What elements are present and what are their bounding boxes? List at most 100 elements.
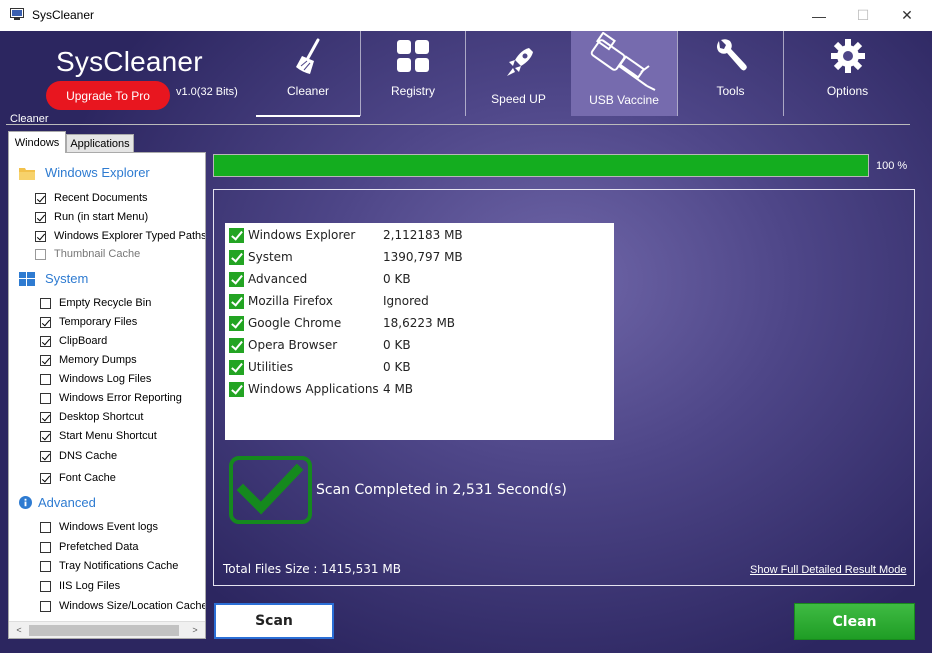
checkbox[interactable]: [40, 560, 51, 572]
checkbox-window-size-location-cache[interactable]: Windows Size/Location Cache: [40, 600, 205, 612]
rocket-icon: [506, 48, 533, 76]
nav-tools[interactable]: Tools: [677, 31, 783, 116]
checkbox-font-cache[interactable]: Font Cache: [40, 472, 116, 484]
list-item: Advanced 0 KB: [229, 269, 411, 289]
checkbox[interactable]: [40, 354, 51, 366]
cleaner-options-panel: Windows Explorer Recent Documents Run (i…: [8, 152, 206, 639]
tab-applications[interactable]: Applications: [66, 134, 134, 154]
scan-progress-bar: [213, 154, 869, 177]
minimize-button[interactable]: —: [796, 0, 842, 31]
checkbox-dns-cache[interactable]: DNS Cache: [40, 450, 117, 462]
list-item: Utilities 0 KB: [229, 357, 411, 377]
scan-complete-check-icon: [229, 456, 312, 524]
checkbox-empty-recycle-bin[interactable]: Empty Recycle Bin: [40, 297, 151, 309]
scan-complete-message: Scan Completed in 2,531 Second(s): [316, 482, 567, 498]
minimize-icon: —: [812, 7, 826, 24]
gear-icon: [830, 39, 865, 73]
windows-logo-icon: [19, 271, 35, 286]
checkbox[interactable]: [35, 211, 46, 223]
nav-label: USB Vaccine: [589, 93, 659, 107]
progress-percent: 100 %: [876, 160, 908, 172]
checkbox-windows-error-reporting[interactable]: Windows Error Reporting: [40, 392, 182, 404]
horizontal-scrollbar[interactable]: < >: [9, 621, 205, 638]
checkbox[interactable]: [40, 430, 51, 442]
result-list: Windows Explorer 2,112183 MB System 1390,7…: [225, 223, 614, 440]
checkbox[interactable]: [40, 297, 51, 309]
nav-cleaner[interactable]: Cleaner: [256, 31, 360, 116]
usb-syringe-icon: [590, 32, 656, 91]
upgrade-to-pro-button[interactable]: Upgrade To Pro: [46, 81, 170, 110]
scroll-right-arrow-icon[interactable]: >: [188, 624, 202, 636]
show-detailed-results-link[interactable]: Show Full Detailed Result Mode: [750, 564, 907, 576]
nav-label: Cleaner: [286, 84, 330, 98]
title-bar: SysCleaner — ☐ ✕: [0, 0, 932, 31]
green-check-icon: [229, 293, 244, 309]
green-check-icon: [229, 249, 244, 265]
checkbox[interactable]: [40, 373, 51, 385]
checkbox-temporary-files[interactable]: Temporary Files: [40, 316, 137, 328]
checkbox-recent-documents[interactable]: Recent Documents: [35, 192, 148, 204]
section-advanced: Advanced: [19, 495, 96, 510]
nav-registry[interactable]: Registry: [360, 31, 465, 116]
section-title: Advanced: [38, 495, 96, 510]
list-item: Mozilla Firefox Ignored: [229, 291, 429, 311]
checkbox[interactable]: [40, 580, 51, 592]
checkbox-thumbnail-cache[interactable]: Thumbnail Cache: [35, 248, 140, 260]
green-check-icon: [229, 315, 244, 331]
checkbox[interactable]: [40, 335, 51, 347]
green-check-icon: [229, 381, 244, 397]
checkbox[interactable]: [35, 248, 46, 260]
nav-speed-up[interactable]: Speed UP: [465, 31, 571, 116]
tab-windows[interactable]: Windows: [8, 131, 66, 153]
clean-button[interactable]: Clean: [794, 603, 915, 640]
checkbox[interactable]: [40, 541, 51, 553]
window-title: SysCleaner: [32, 8, 95, 22]
checkbox[interactable]: [40, 472, 51, 484]
main-window: SysCleaner Upgrade To Pro v1.0(32 Bits) …: [0, 31, 932, 653]
checkbox[interactable]: [40, 392, 51, 404]
checkbox[interactable]: [35, 230, 46, 242]
list-item: Windows Applications 4 MB: [229, 379, 413, 399]
green-check-icon: [229, 271, 244, 287]
nav-label: Registry: [390, 84, 435, 98]
checkbox-typed-paths[interactable]: Windows Explorer Typed Paths: [35, 230, 205, 242]
checkbox-windows-log-files[interactable]: Windows Log Files: [40, 373, 151, 385]
section-system: System: [19, 271, 88, 286]
checkbox[interactable]: [40, 521, 51, 533]
nav-options[interactable]: Options: [783, 31, 911, 116]
maximize-button[interactable]: ☐: [840, 0, 886, 31]
checkbox-clipboard[interactable]: ClipBoard: [40, 335, 107, 347]
progress-fill: [214, 155, 868, 176]
checkbox-run-start-menu[interactable]: Run (in start Menu): [35, 211, 148, 223]
folder-icon: [19, 167, 35, 180]
checkbox[interactable]: [40, 316, 51, 328]
checkmark-icon: [236, 463, 304, 515]
nav-label: Speed UP: [491, 92, 546, 106]
scan-button[interactable]: Scan: [214, 603, 334, 639]
nav-usb-vaccine[interactable]: USB Vaccine: [571, 31, 677, 116]
checkbox[interactable]: [40, 411, 51, 423]
checkbox-desktop-shortcut[interactable]: Desktop Shortcut: [40, 411, 143, 423]
checkbox-memory-dumps[interactable]: Memory Dumps: [40, 354, 137, 366]
checkbox-start-menu-shortcut[interactable]: Start Menu Shortcut: [40, 430, 157, 442]
list-item: Opera Browser 0 KB: [229, 335, 411, 355]
checkbox[interactable]: [40, 600, 51, 612]
active-tab-indicator: [256, 115, 360, 117]
app-icon: [10, 8, 24, 20]
scroll-left-arrow-icon[interactable]: <: [12, 624, 26, 636]
checkbox-tray-notifications-cache[interactable]: Tray Notifications Cache: [40, 560, 178, 572]
version-label: v1.0(32 Bits): [176, 86, 238, 98]
checkbox-windows-event-logs[interactable]: Windows Event logs: [40, 521, 158, 533]
checkbox-prefetched-data[interactable]: Prefetched Data: [40, 541, 139, 553]
section-title: System: [45, 271, 89, 286]
grid-icon: [397, 40, 429, 72]
scrollbar-thumb[interactable]: [29, 625, 179, 636]
section-title: Windows Explorer: [45, 165, 150, 180]
checkbox[interactable]: [35, 192, 46, 204]
maximize-icon: ☐: [856, 7, 870, 23]
close-button[interactable]: ✕: [884, 0, 930, 31]
group-border: [6, 124, 910, 125]
checkbox[interactable]: [40, 450, 51, 462]
wrench-icon: [716, 39, 747, 71]
checkbox-iis-log-files[interactable]: IIS Log Files: [40, 580, 120, 592]
